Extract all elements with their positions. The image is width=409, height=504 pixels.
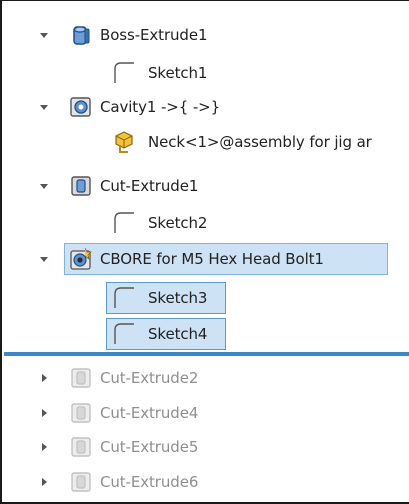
- collapse-arrow-icon[interactable]: [38, 253, 50, 265]
- tree-item-label: Cut-Extrude1: [100, 177, 199, 195]
- tree-item-label: Boss-Extrude1: [100, 26, 208, 44]
- expand-arrow-icon[interactable]: [38, 372, 50, 384]
- cut-extrude-icon: [69, 174, 93, 198]
- tree-item-cut-extrude5[interactable]: Cut-Extrude5: [2, 432, 409, 462]
- cavity-icon: [69, 95, 93, 119]
- tree-item-sketch1[interactable]: Sketch1: [2, 58, 409, 88]
- tree-item-label: Cut-Extrude2: [100, 369, 199, 387]
- tree-item-label: Cavity1 ->{ ->}: [100, 98, 221, 116]
- cut-extrude-icon: [69, 435, 93, 459]
- tree-item-label: Sketch3: [148, 289, 208, 307]
- tree-item-sketch2[interactable]: Sketch2: [2, 208, 409, 238]
- collapse-arrow-icon[interactable]: [38, 101, 50, 113]
- cut-extrude-icon: [69, 470, 93, 494]
- tree-item-cavity1[interactable]: Cavity1 ->{ ->}: [2, 92, 409, 122]
- tree-item-label: Cut-Extrude6: [100, 473, 199, 491]
- tree-item-sketch3[interactable]: Sketch3: [2, 283, 409, 313]
- cut-extrude-icon: [69, 401, 93, 425]
- tree-item-boss-extrude1[interactable]: Boss-Extrude1: [2, 20, 409, 50]
- feature-tree-panel: Boss-Extrude1 Sketch1 Cavity1 ->{->} Ne…: [0, 0, 409, 504]
- sketch-icon: [112, 61, 136, 85]
- expand-arrow-icon[interactable]: [38, 407, 50, 419]
- tree-item-label: Sketch1: [148, 64, 208, 82]
- tree-item-cut-extrude4[interactable]: Cut-Extrude4: [2, 398, 409, 428]
- part-reference-icon: [112, 130, 136, 154]
- tree-item-label: CBORE for M5 Hex Head Bolt1: [100, 250, 324, 268]
- tree-item-label: Cut-Extrude5: [100, 438, 199, 456]
- sketch-icon: [112, 286, 136, 310]
- tree-item-label: Neck<1>@assembly for jig ar: [148, 133, 372, 151]
- tree-item-label: Sketch2: [148, 214, 208, 232]
- sketch-icon: [112, 322, 136, 346]
- tree-item-cut-extrude6[interactable]: Cut-Extrude6: [2, 467, 409, 497]
- boss-extrude-icon: [69, 23, 93, 47]
- tree-item-cut-extrude2[interactable]: Cut-Extrude2: [2, 363, 409, 393]
- tree-item-neck-assembly[interactable]: Neck<1>@assembly for jig ar: [2, 127, 409, 157]
- collapse-arrow-icon[interactable]: [38, 180, 50, 192]
- expand-arrow-icon[interactable]: [38, 441, 50, 453]
- sketch-icon: [112, 211, 136, 235]
- tree-item-label: Sketch4: [148, 325, 208, 343]
- hole-wizard-icon: [69, 247, 93, 271]
- tree-item-cut-extrude1[interactable]: Cut-Extrude1: [2, 171, 409, 201]
- tree-item-label: Cut-Extrude4: [100, 404, 199, 422]
- tree-item-sketch4[interactable]: Sketch4: [2, 319, 409, 349]
- collapse-arrow-icon[interactable]: [38, 29, 50, 41]
- rollback-bar[interactable]: [4, 352, 409, 356]
- tree-item-cbore-m5-hex-head-bolt1[interactable]: CBORE for M5 Hex Head Bolt1: [2, 244, 409, 274]
- cut-extrude-icon: [69, 366, 93, 390]
- expand-arrow-icon[interactable]: [38, 476, 50, 488]
